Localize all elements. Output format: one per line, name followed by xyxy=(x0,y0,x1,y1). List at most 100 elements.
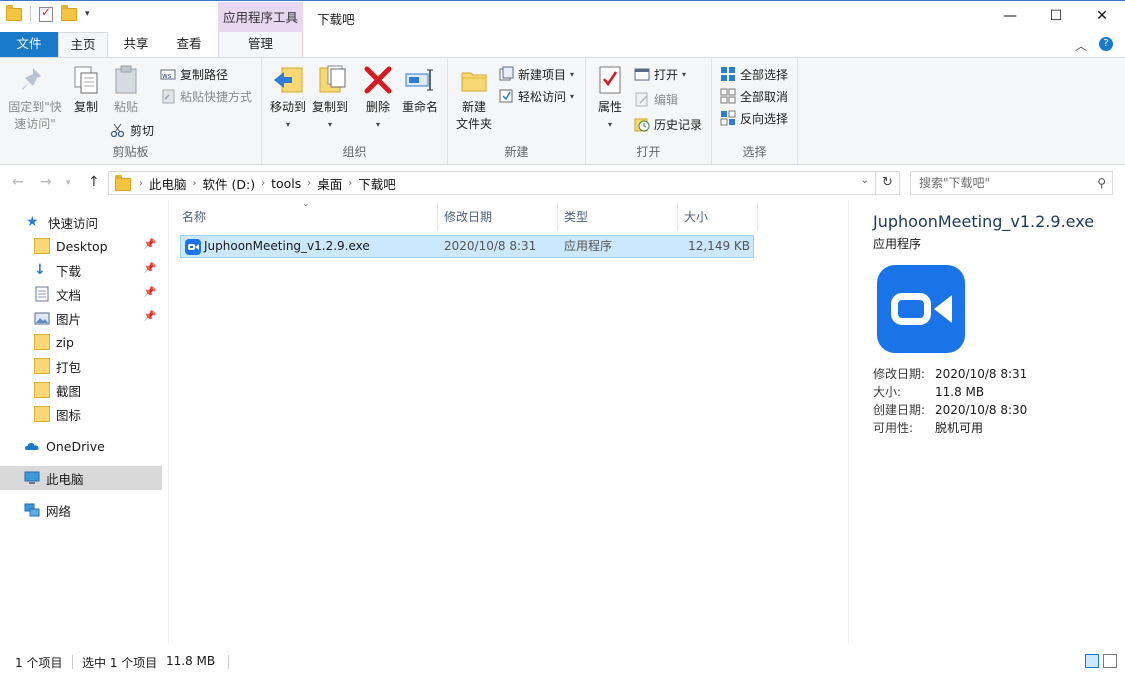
preview-type: 应用程序 xyxy=(873,237,922,251)
up-icon[interactable]: ↑ xyxy=(88,174,100,190)
navigation-pane: ★ 快速访问 Desktop 📌 ↓ 下载 📌 文档 📌 图片 📌 zip 打包… xyxy=(0,205,162,645)
edit-icon xyxy=(634,91,650,107)
search-input[interactable]: 搜索"下载吧" ⚲ xyxy=(910,171,1113,195)
computer-icon xyxy=(24,470,40,486)
invert-selection-button[interactable]: 反向选择 xyxy=(720,108,788,128)
select-all-button[interactable]: 全部选择 xyxy=(720,64,788,84)
pin-icon[interactable]: 📌 xyxy=(144,263,156,274)
select-all-icon xyxy=(720,66,736,82)
easy-access-button[interactable]: 轻松访问 ▾ xyxy=(498,86,574,106)
recent-locations-icon[interactable]: ▾ xyxy=(66,178,71,188)
column-header-modified[interactable]: 修改日期 xyxy=(438,203,558,231)
breadcrumb-current[interactable]: 下载吧 xyxy=(358,174,396,193)
paste-button[interactable]: 粘贴 xyxy=(110,64,142,116)
refresh-button[interactable]: ↻ xyxy=(876,171,900,195)
context-tab-header: 应用程序工具 xyxy=(218,2,303,33)
paste-shortcut-button[interactable]: 粘贴快捷方式 xyxy=(160,86,252,106)
quick-access-toolbar: ▾ xyxy=(6,4,90,22)
breadcrumb-desktop[interactable]: 桌面 xyxy=(317,174,342,193)
new-item-button[interactable]: 新建项目 ▾ xyxy=(498,64,574,84)
move-to-button[interactable]: 移动到 ▾ xyxy=(268,64,308,133)
sidebar-item-zip[interactable]: zip xyxy=(0,330,162,354)
sidebar-item-pack[interactable]: 打包 xyxy=(0,354,162,378)
sidebar-item-screenshots[interactable]: 截图 xyxy=(0,378,162,402)
sidebar-item-this-pc[interactable]: 此电脑 xyxy=(0,466,162,490)
forward-icon[interactable]: → xyxy=(40,174,52,190)
new-group-label: 新建 xyxy=(504,145,529,159)
edit-button[interactable]: 编辑 xyxy=(634,89,678,109)
properties-icon[interactable] xyxy=(39,5,53,22)
delete-icon xyxy=(362,64,394,96)
copy-icon xyxy=(70,64,102,96)
chevron-up-icon[interactable]: ︿ xyxy=(1075,37,1087,54)
copy-path-button[interactable]: ws 复制路径 xyxy=(160,64,228,84)
sidebar-item-icons[interactable]: 图标 xyxy=(0,402,162,426)
pin-icon xyxy=(19,64,51,96)
address-bar[interactable]: › 此电脑 › 软件 (D:) › tools › 桌面 › 下载吧 ⌄ xyxy=(108,171,876,195)
sidebar-item-quick-access[interactable]: ★ 快速访问 xyxy=(0,210,162,234)
chevron-right-icon[interactable]: › xyxy=(261,178,265,189)
chevron-right-icon[interactable]: › xyxy=(348,178,352,189)
help-icon[interactable]: ? xyxy=(1099,37,1113,51)
back-icon[interactable]: ← xyxy=(12,174,24,190)
customize-toolbar-dropdown[interactable]: ▾ xyxy=(85,9,90,19)
rename-button[interactable]: 重命名 xyxy=(400,64,440,116)
tab-file[interactable]: 文件 xyxy=(0,32,58,57)
clipboard-group: 固定到"快 速访问" 复制 粘贴 ws 复制路径 粘贴快捷方式 剪切 剪贴板 xyxy=(0,58,262,164)
column-header-size[interactable]: 大小 xyxy=(678,203,758,231)
open-button[interactable]: 打开 ▾ xyxy=(634,64,686,84)
chevron-right-icon[interactable]: › xyxy=(193,178,197,189)
delete-button[interactable]: 删除 ▾ xyxy=(362,64,394,133)
sidebar-item-documents[interactable]: 文档 📌 xyxy=(0,282,162,306)
new-folder-button[interactable]: 新建 文件夹 xyxy=(452,64,496,133)
chevron-right-icon[interactable]: › xyxy=(139,178,143,189)
close-button[interactable]: ✕ xyxy=(1079,1,1125,31)
maximize-button[interactable]: ☐ xyxy=(1033,1,1079,31)
tab-view[interactable]: 查看 xyxy=(164,32,214,57)
chevron-down-icon: ▾ xyxy=(285,120,290,129)
chevron-right-icon[interactable]: › xyxy=(307,178,311,189)
details-view-icon[interactable] xyxy=(1085,654,1099,668)
sidebar-item-downloads[interactable]: ↓ 下载 📌 xyxy=(0,258,162,282)
large-icons-view-icon[interactable] xyxy=(1103,654,1117,668)
copy-button[interactable]: 复制 xyxy=(70,64,102,116)
breadcrumb-this-pc[interactable]: 此电脑 xyxy=(149,174,187,193)
copy-to-button[interactable]: 复制到 ▾ xyxy=(310,64,350,133)
pin-icon[interactable]: 📌 xyxy=(144,311,156,322)
folder-icon xyxy=(115,174,131,191)
pictures-icon xyxy=(34,310,50,326)
network-icon xyxy=(24,502,40,518)
search-icon: ⚲ xyxy=(1097,176,1106,190)
folder-icon xyxy=(34,238,50,254)
new-folder-icon xyxy=(458,64,490,96)
column-header-type[interactable]: 类型 xyxy=(558,203,678,231)
pin-icon[interactable]: 📌 xyxy=(144,239,156,250)
history-icon xyxy=(634,116,650,132)
minimize-button[interactable]: — xyxy=(987,1,1033,31)
paste-shortcut-icon xyxy=(160,88,176,104)
properties-button[interactable]: 属性 ▾ xyxy=(592,64,628,133)
pin-to-quick-access-button[interactable]: 固定到"快 速访问" xyxy=(6,64,64,133)
sidebar-item-onedrive[interactable]: OneDrive xyxy=(0,434,162,458)
pin-icon[interactable]: 📌 xyxy=(144,287,156,298)
pane-splitter[interactable] xyxy=(168,200,169,645)
select-none-button[interactable]: 全部取消 xyxy=(720,86,788,106)
select-none-icon xyxy=(720,88,736,104)
chevron-down-icon[interactable]: ⌄ xyxy=(861,175,869,186)
breadcrumb-drive[interactable]: 软件 (D:) xyxy=(203,174,256,193)
folder-icon xyxy=(6,4,22,21)
file-row[interactable]: JuphoonMeeting_v1.2.9.exe 2020/10/8 8:31… xyxy=(180,235,754,258)
tab-share[interactable]: 共享 xyxy=(112,32,160,57)
sidebar-item-pictures[interactable]: 图片 📌 xyxy=(0,306,162,330)
breadcrumb-tools[interactable]: tools xyxy=(271,176,301,191)
sidebar-item-desktop[interactable]: Desktop 📌 xyxy=(0,234,162,258)
tab-manage[interactable]: 管理 xyxy=(218,32,303,57)
history-button[interactable]: 历史记录 xyxy=(634,114,702,134)
document-icon xyxy=(34,286,50,302)
sidebar-item-network[interactable]: 网络 xyxy=(0,498,162,522)
tab-home[interactable]: 主页 xyxy=(58,32,108,57)
new-folder-icon[interactable] xyxy=(61,4,77,21)
cut-button[interactable]: 剪切 xyxy=(110,120,154,140)
column-header-name[interactable]: 名称 xyxy=(176,203,438,231)
divider xyxy=(72,655,73,669)
